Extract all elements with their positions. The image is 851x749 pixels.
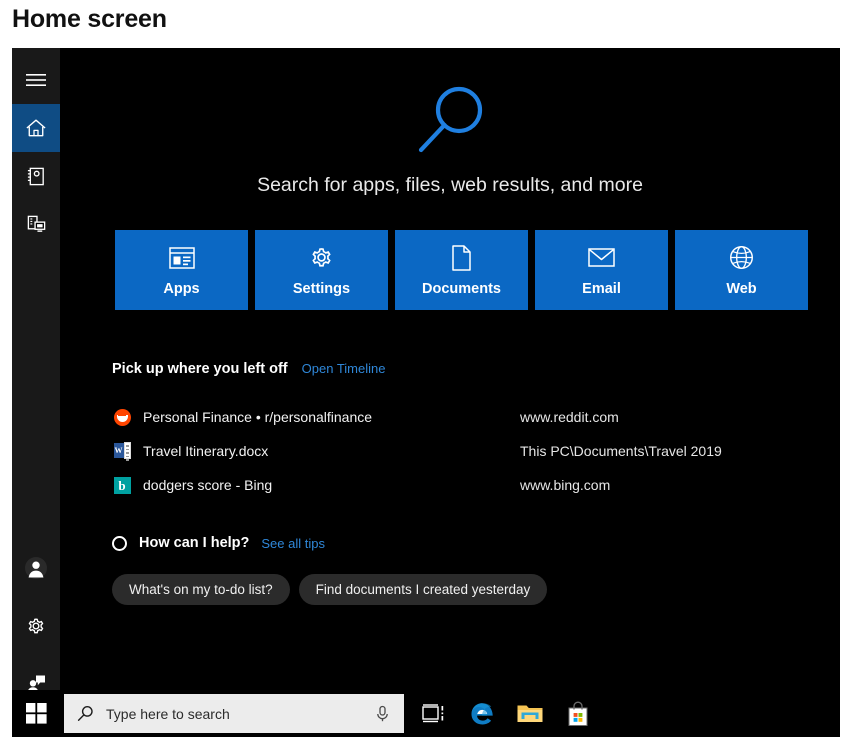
edge-button[interactable] [458, 690, 506, 737]
timeline-item-source: www.bing.com [520, 477, 611, 493]
store-bag-icon [568, 701, 588, 726]
home-icon [26, 119, 46, 137]
sidebar-item-settings[interactable] [12, 602, 60, 650]
microphone-icon[interactable] [375, 705, 390, 723]
timeline-row[interactable]: b dodgers score - Bing www.bing.com [112, 468, 827, 502]
tile-email[interactable]: Email [535, 230, 668, 310]
tile-documents[interactable]: Documents [395, 230, 528, 310]
tile-settings[interactable]: Settings [255, 230, 388, 310]
tile-web[interactable]: Web [675, 230, 808, 310]
tile-label: Settings [292, 280, 351, 297]
task-view-icon [421, 704, 443, 723]
search-magnifier-icon [418, 86, 483, 153]
hamburger-menu-button[interactable] [12, 56, 60, 104]
search-tagline: Search for apps, files, web results, and… [257, 174, 643, 196]
folder-icon [517, 705, 543, 722]
bing-icon: b [112, 475, 132, 495]
taskbar-search-box[interactable]: Type here to search [64, 694, 404, 733]
tile-label: Apps [163, 280, 200, 297]
timeline-row[interactable]: W Travel Itinerary.docx This PC\Document… [112, 434, 827, 468]
globe-icon [729, 244, 754, 272]
help-section-header: How can I help? See all tips [112, 535, 325, 551]
word-doc-icon: W [112, 441, 132, 461]
search-icon [77, 705, 94, 722]
cortana-content: Search for apps, files, web results, and… [60, 48, 840, 736]
cortana-home-panel: Search for apps, files, web results, and… [12, 48, 840, 736]
tile-label: Email [582, 280, 621, 297]
page-title: Home screen [12, 5, 167, 33]
help-title: How can I help? [139, 535, 250, 551]
tile-label: Documents [422, 280, 501, 297]
tile-label: Web [726, 280, 757, 297]
timeline-item-source: This PC\Documents\Travel 2019 [520, 443, 722, 459]
hamburger-icon [26, 74, 46, 86]
document-page-icon [451, 244, 472, 272]
gear-icon [309, 244, 334, 272]
file-explorer-button[interactable] [506, 690, 554, 737]
sidebar-item-notebook[interactable] [12, 152, 60, 200]
sidebar-item-home[interactable] [12, 104, 60, 152]
sidebar-item-account[interactable] [12, 544, 60, 592]
account-avatar-icon [25, 557, 47, 579]
cortana-ring-icon [112, 535, 127, 551]
taskbar: Type here to search [12, 690, 840, 737]
timeline-item-title: Personal Finance • r/personalfinance [143, 409, 373, 425]
start-button[interactable] [12, 690, 60, 737]
timeline-title: Pick up where you left off [112, 361, 288, 377]
timeline-item-title: Travel Itinerary.docx [143, 443, 269, 459]
timeline-list: Personal Finance • r/personalfinance www… [112, 400, 827, 502]
tile-apps[interactable]: Apps [115, 230, 248, 310]
screen-root: Home screen Search for apps, files, web … [0, 0, 851, 749]
gear-icon [28, 618, 44, 634]
envelope-icon [588, 244, 615, 272]
microsoft-store-button[interactable] [554, 690, 602, 737]
notebook-icon [27, 167, 44, 185]
apps-window-icon [168, 244, 195, 272]
see-all-tips-link[interactable]: See all tips [261, 536, 325, 551]
cortana-sidebar-rail [12, 48, 60, 736]
timeline-item-source: www.reddit.com [520, 409, 619, 425]
open-timeline-link[interactable]: Open Timeline [302, 361, 386, 376]
edge-icon [471, 703, 493, 725]
timeline-section-header: Pick up where you left off Open Timeline [112, 361, 385, 377]
task-view-button[interactable] [410, 690, 458, 737]
sidebar-item-devices[interactable] [12, 200, 60, 248]
devices-icon [27, 215, 45, 232]
quick-action-tiles: Apps Settings Documents Email Web [115, 230, 808, 310]
timeline-row[interactable]: Personal Finance • r/personalfinance www… [112, 400, 827, 434]
suggestion-chip[interactable]: What's on my to-do list? [112, 574, 290, 605]
suggestion-chips: What's on my to-do list? Find documents … [112, 574, 548, 605]
suggestion-chip[interactable]: Find documents I created yesterday [298, 574, 548, 605]
reddit-icon [112, 407, 132, 427]
timeline-item-title: dodgers score - Bing [143, 477, 273, 493]
search-input-placeholder: Type here to search [106, 705, 230, 722]
windows-logo-icon [25, 703, 47, 724]
